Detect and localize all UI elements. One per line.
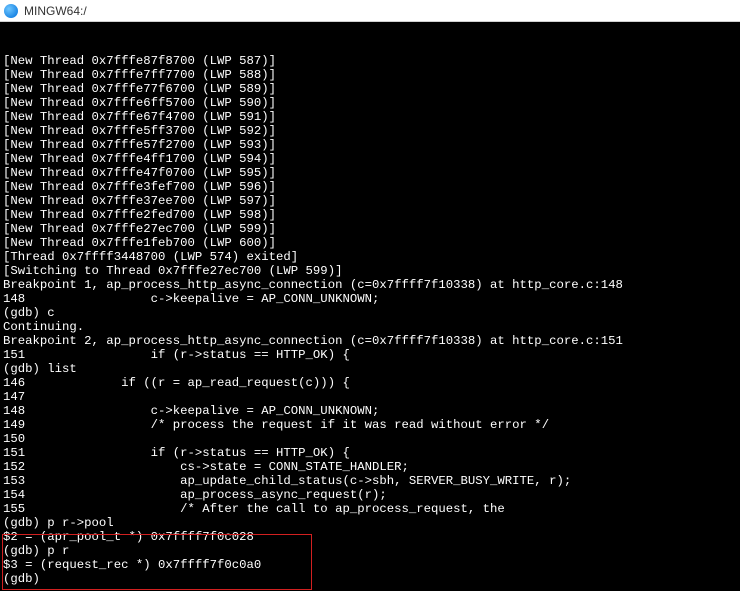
- new-thread-line: [New Thread 0x7fffe5ff3700 (LWP 592)]: [3, 124, 737, 138]
- new-thread-line: [New Thread 0x7fffe7ff7700 (LWP 588)]: [3, 68, 737, 82]
- new-thread-line: [New Thread 0x7fffe37ee700 (LWP 597)]: [3, 194, 737, 208]
- terminal-icon: [4, 4, 18, 18]
- listing-line: 155 /* After the call to ap_process_requ…: [3, 502, 737, 516]
- breakpoint-line: Breakpoint 2, ap_process_http_async_conn…: [3, 334, 737, 348]
- window-titlebar: MINGW64:/: [0, 0, 740, 22]
- new-thread-line: [New Thread 0x7fffe57f2700 (LWP 593)]: [3, 138, 737, 152]
- new-thread-line: [New Thread 0x7fffe4ff1700 (LWP 594)]: [3, 152, 737, 166]
- listing-line: 147: [3, 390, 737, 404]
- gdb-prompt: (gdb): [3, 572, 737, 586]
- listing-line: 151 if (r->status == HTTP_OK) {: [3, 446, 737, 460]
- listing-line: 150: [3, 432, 737, 446]
- listing-line: 152 cs->state = CONN_STATE_HANDLER;: [3, 460, 737, 474]
- new-thread-line: [New Thread 0x7fffe6ff5700 (LWP 590)]: [3, 96, 737, 110]
- listing-line: 146 if ((r = ap_read_request(c))) {: [3, 376, 737, 390]
- gdb-command: (gdb) p r: [3, 544, 737, 558]
- gdb-output: $3 = (request_rec *) 0x7ffff7f0c0a0: [3, 558, 737, 572]
- new-thread-line: [New Thread 0x7fffe47f0700 (LWP 595)]: [3, 166, 737, 180]
- listing-line: 149 /* process the request if it was rea…: [3, 418, 737, 432]
- new-thread-line: [New Thread 0x7fffe27ec700 (LWP 599)]: [3, 222, 737, 236]
- new-thread-line: [New Thread 0x7fffe1feb700 (LWP 600)]: [3, 236, 737, 250]
- new-thread-line: [New Thread 0x7fffe67f4700 (LWP 591)]: [3, 110, 737, 124]
- breakpoint-line: Breakpoint 1, ap_process_http_async_conn…: [3, 278, 737, 292]
- source-line: 151 if (r->status == HTTP_OK) {: [3, 348, 737, 362]
- new-thread-line: [New Thread 0x7fffe77f6700 (LWP 589)]: [3, 82, 737, 96]
- listing-line: 148 c->keepalive = AP_CONN_UNKNOWN;: [3, 404, 737, 418]
- gdb-command: (gdb) p r->pool: [3, 516, 737, 530]
- gdb-command: (gdb) c: [3, 306, 737, 320]
- thread-exited-line: [Thread 0x7ffff3448700 (LWP 574) exited]: [3, 250, 737, 264]
- terminal-output[interactable]: [New Thread 0x7fffe87f8700 (LWP 587)][Ne…: [0, 22, 740, 591]
- switching-thread-line: [Switching to Thread 0x7fffe27ec700 (LWP…: [3, 264, 737, 278]
- listing-line: 154 ap_process_async_request(r);: [3, 488, 737, 502]
- window-title: MINGW64:/: [24, 4, 87, 18]
- continuing-line: Continuing.: [3, 320, 737, 334]
- source-line: 148 c->keepalive = AP_CONN_UNKNOWN;: [3, 292, 737, 306]
- new-thread-line: [New Thread 0x7fffe87f8700 (LWP 587)]: [3, 54, 737, 68]
- gdb-output: $2 = (apr_pool_t *) 0x7ffff7f0c028: [3, 530, 737, 544]
- new-thread-line: [New Thread 0x7fffe2fed700 (LWP 598)]: [3, 208, 737, 222]
- new-thread-line: [New Thread 0x7fffe3fef700 (LWP 596)]: [3, 180, 737, 194]
- gdb-command: (gdb) list: [3, 362, 737, 376]
- listing-line: 153 ap_update_child_status(c->sbh, SERVE…: [3, 474, 737, 488]
